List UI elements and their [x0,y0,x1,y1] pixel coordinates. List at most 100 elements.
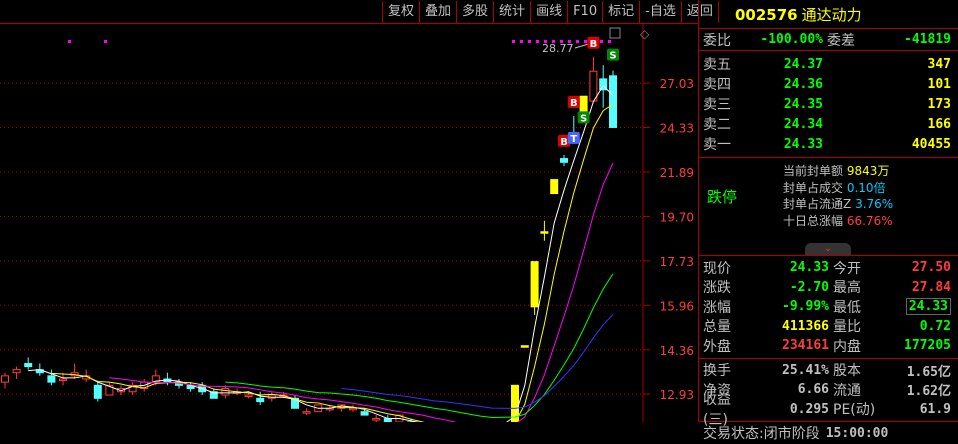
high-price-label: 28.77 [542,42,574,55]
marker-dot [104,40,107,43]
quote-value-text: 24.33 [905,298,951,316]
high-marker-dot [520,40,523,43]
moving-average-line [28,84,614,422]
fund-value: 61.9 [875,402,951,417]
quote-label: 现价 [703,260,731,277]
candle [530,261,539,308]
candle [372,418,381,421]
trade-status-label: 交易状态: [703,426,764,442]
ask-label: 卖二 [703,117,731,133]
signal-mark: S [609,51,616,62]
quote-value-text: 177205 [904,338,951,354]
quote-label: 外盘 [703,338,731,355]
quote-row: 涨跌 -2.70 最高 27.84 [699,278,958,298]
high-marker-dot [512,40,515,43]
quote-row: 总量 411366 量比 0.72 [699,317,958,337]
fund-value-text: 61.9 [919,401,951,417]
candle [520,345,529,348]
order-ratio-value: -100.00% [760,32,823,47]
ask-label: 卖四 [703,77,731,93]
candle [560,158,568,163]
seal-line-label: 当前封单额 [783,164,844,178]
stock-code: 002576 [735,6,798,24]
y-tick-label: 15.96 [660,299,694,313]
candle [360,411,369,416]
toolbar-button[interactable]: 复权 [383,1,421,23]
ask-label: 卖五 [703,57,731,73]
stock-header: 002576 通达动力 [699,0,958,29]
signal-mark: B [560,137,568,148]
candle [12,369,21,374]
quote-row: 外盘 234161 内盘 177205 [699,336,958,356]
quote-label: 今开 [833,260,861,277]
y-tick-label: 17.73 [660,255,694,269]
signal-mark: S [580,113,587,124]
toolbar-button[interactable]: 标记 [603,1,641,23]
quote-grid: 现价 24.33 今开 27.50 涨跌 -2.70 最高 27.84 涨幅 -9.99% 最低 24… [699,256,958,359]
signal-mark: T [570,134,577,145]
quote-label: 最低 [833,299,861,316]
candle [93,384,102,399]
high-marker-dot [600,40,603,43]
quote-value: -2.70 [789,279,829,295]
ask-price: 24.33 [783,136,823,152]
ask-row[interactable]: 卖五 24.37 347 [699,54,958,74]
ask-row[interactable]: 卖一 24.33 40455 [699,134,958,154]
ask-label: 卖一 [703,137,731,153]
marker-dot [68,40,71,43]
toolbar-button[interactable]: 统计 [494,1,532,23]
kline-chart[interactable]: 27.03 24.33 21.89 19.70 17.73 15.96 14.36 12.93… [0,0,698,422]
seal-line: 封单占成交 0.10倍 [783,180,893,197]
order-diff-value: -41819 [904,32,951,47]
seal-line-value: 3.76% [855,197,894,211]
seal-line-label: 封单占成交 [783,180,844,195]
candle [383,418,392,422]
candle [256,397,265,403]
limit-down-status: 跌停 [707,188,738,206]
seal-line: 封单占流通Z 3.76% [783,196,893,213]
quote-label: 量比 [833,319,861,336]
y-tick-label: 12.93 [660,388,694,402]
fund-value-text: 1.65亿 [906,364,951,380]
quote-value: 411366 [782,318,829,334]
signal-mark: B [590,39,598,50]
high-marker-dot [576,40,579,43]
ask-volume: 173 [927,96,951,112]
toolbar-button[interactable]: F10 [568,1,604,23]
seal-line-label: 十日总涨幅 [783,213,844,228]
seal-line-value: 66.76% [846,213,893,228]
candle [589,70,598,102]
fund-value: 1.65亿 [875,361,951,380]
trade-status-row: 交易状态: 闭市阶段 15:00:00 [699,422,958,444]
ask-volume: 347 [927,56,951,72]
toolbar-button[interactable]: 多股 [457,1,495,23]
quote-value: 24.33 [875,298,951,316]
ask-row[interactable]: 卖三 24.35 173 [699,94,958,114]
chart-toolbar: 复权 叠加 多股 统计 画线 F10 标记 -自选 返回 [382,1,719,23]
trade-status-value: 闭市阶段 [763,426,820,442]
fund-value: 6.66 [797,382,829,398]
toolbar-button[interactable]: 画线 [531,1,569,23]
fund-label: 换手 [703,363,731,380]
candle [540,231,549,234]
toolbar-divider [0,23,698,24]
order-ratio-label: 委比 [703,32,731,49]
toolbar-button[interactable]: 叠加 [420,1,458,23]
ask-row[interactable]: 卖四 24.36 101 [699,74,958,94]
candle [47,375,56,383]
candle [59,378,67,381]
expand-chevron-icon[interactable]: ⌄ [805,243,851,255]
fund-row: 换手 25.41% 股本 1.65亿 [699,361,958,381]
candle [349,407,357,411]
candle [609,75,617,128]
ask-row[interactable]: 卖二 24.34 166 [699,114,958,134]
quote-label: 涨跌 [703,280,731,297]
seal-line-label: 封单占流通Z [783,197,852,211]
ask-volume: 40455 [911,136,951,152]
y-tick-label: 27.03 [660,77,694,91]
seal-line-value: 9843万 [846,164,890,178]
quote-label: 最高 [833,280,861,297]
toolbar-button[interactable]: -自选 [640,1,682,23]
fund-label: PE(动) [833,402,876,419]
quote-value: 27.84 [875,280,951,295]
